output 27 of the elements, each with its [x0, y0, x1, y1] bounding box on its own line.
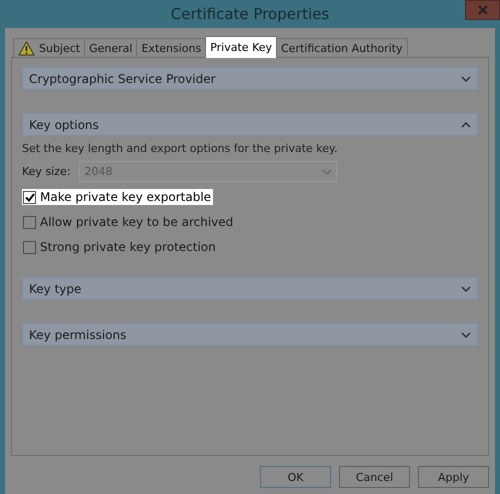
window-title: Certificate Properties [170, 5, 330, 23]
checkbox[interactable] [23, 190, 36, 204]
checkbox-option[interactable]: Allow private key to be archived [22, 214, 236, 230]
dialog-button[interactable]: OK [260, 466, 331, 488]
close-icon [478, 5, 488, 15]
chevron-icon [461, 122, 471, 128]
dialog-button[interactable]: Cancel [339, 466, 410, 488]
checkbox-option[interactable]: Strong private key protection [22, 239, 218, 255]
close-button[interactable] [465, 0, 500, 20]
section-header[interactable]: Key permissions [22, 323, 478, 346]
tab[interactable]: Certification Authority [276, 38, 408, 57]
key-size-label: Key size: [22, 165, 70, 178]
chevron-icon [461, 76, 471, 82]
section-header[interactable]: Key type [22, 277, 478, 300]
chevron-icon [461, 286, 471, 292]
section-header[interactable]: Key options [22, 113, 478, 136]
description-text: Set the key length and export options for the private key. [22, 142, 338, 155]
chevron-icon [461, 332, 471, 338]
tab[interactable]: Private Key [205, 36, 278, 58]
checkmark-icon [24, 192, 34, 202]
section-header[interactable]: Cryptographic Service Provider [22, 67, 478, 90]
checkbox-option[interactable]: Make private key exportable [22, 189, 214, 205]
chevron-icon [322, 168, 332, 174]
tab[interactable]: Subject [13, 38, 86, 57]
dialog-button[interactable]: Apply [418, 466, 489, 488]
checkbox[interactable] [23, 240, 36, 254]
checkbox[interactable] [23, 216, 36, 228]
